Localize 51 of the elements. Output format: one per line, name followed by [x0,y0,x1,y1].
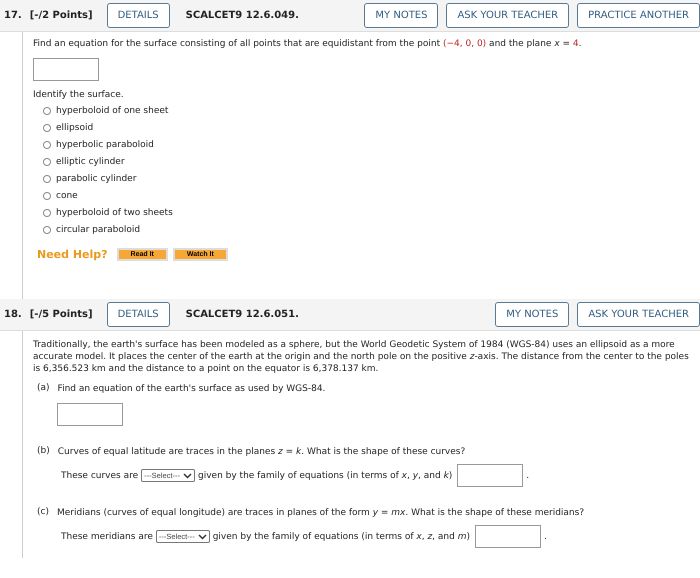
question-number: 17. [4,10,22,21]
part-question: Curves of equal latitude are traces in the planes z = k. What is the shape of these curves? [58,446,466,458]
answer-field[interactable] [457,464,524,487]
action-button[interactable]: ASK YOUR TEACHER [446,3,570,28]
radio-button[interactable] [43,192,51,200]
radio-button[interactable] [43,175,51,183]
sentence-text: given by the family of equations (in terms of x, y, and k) [198,470,452,482]
part-label: (c) [37,507,49,519]
instruction-text: Identify the surface. [33,89,125,101]
radio-button[interactable] [43,209,51,217]
radio-button[interactable] [43,158,51,166]
points-label: [-/2 Points] [30,10,93,21]
need-help-label: Need Help? [37,248,108,261]
option-label: hyperboloid of one sheet [56,105,168,117]
option-label: parabolic cylinder [56,173,136,185]
sentence-text: given by the family of equations (in terms of x, z, and m) [212,530,470,542]
problem-code: SCALCET9 12.6.051. [186,309,299,320]
radio-button[interactable] [43,124,51,132]
option-label: hyperboloid of two sheets [56,207,173,219]
details-button[interactable]: DETAILS [106,3,170,28]
part-label: (a) [37,383,50,395]
radio-button[interactable] [43,141,51,149]
points-label: [-/5 Points] [30,309,93,320]
details-button[interactable]: DETAILS [106,302,170,327]
question-text: Traditionally, the earth's surface has been modeled as a sphere, but the World Geodetic System of 1984 (WGS-84) uses an ellipsoid as a more accurate model. It places the center of the earth at the origin and the north pole on the positive z-axis. The distance from the center to the poles is 6,356.523 km and the distance to a point on the equator is 6,378.137 km. [33,339,690,375]
answer-field[interactable] [33,58,99,81]
answer-field[interactable] [474,525,541,548]
period-text: . [544,530,547,542]
part-question: Meridians (curves of equal longitude) are traces in planes of the form y = mx. What is the shape of these meridians? [56,507,584,519]
option-label: ellipsoid [56,122,94,134]
question-number: 18. [4,309,22,320]
option-label: cone [56,190,78,202]
period-text: . [526,470,530,482]
radio-button[interactable] [43,107,51,115]
radio-button[interactable] [43,226,51,234]
action-button[interactable]: PRACTICE ANOTHER [577,3,700,28]
part-label: (b) [37,446,50,458]
sentence-text: These curves are [61,470,138,482]
option-label: circular paraboloid [56,224,140,236]
action-button[interactable]: MY NOTES [495,302,570,327]
answer-field[interactable] [57,403,123,426]
problem-code: SCALCET9 12.6.049. [186,10,299,21]
caret-icon [183,472,192,478]
part-question: Find an equation of the earth's surface as used by WGS-84. [58,383,326,395]
action-button[interactable]: MY NOTES [364,3,438,28]
caret-icon [198,534,207,540]
sentence-text: These meridians are [61,530,153,542]
action-button[interactable]: ASK YOUR TEACHER [577,302,700,327]
option-label: elliptic cylinder [56,156,125,168]
question-text: Find an equation for the surface consisting of all points that are equidistant from the point (−4, 0, 0) and the plane x = 4. [33,38,583,50]
option-label: hyperbolic paraboloid [56,139,154,151]
